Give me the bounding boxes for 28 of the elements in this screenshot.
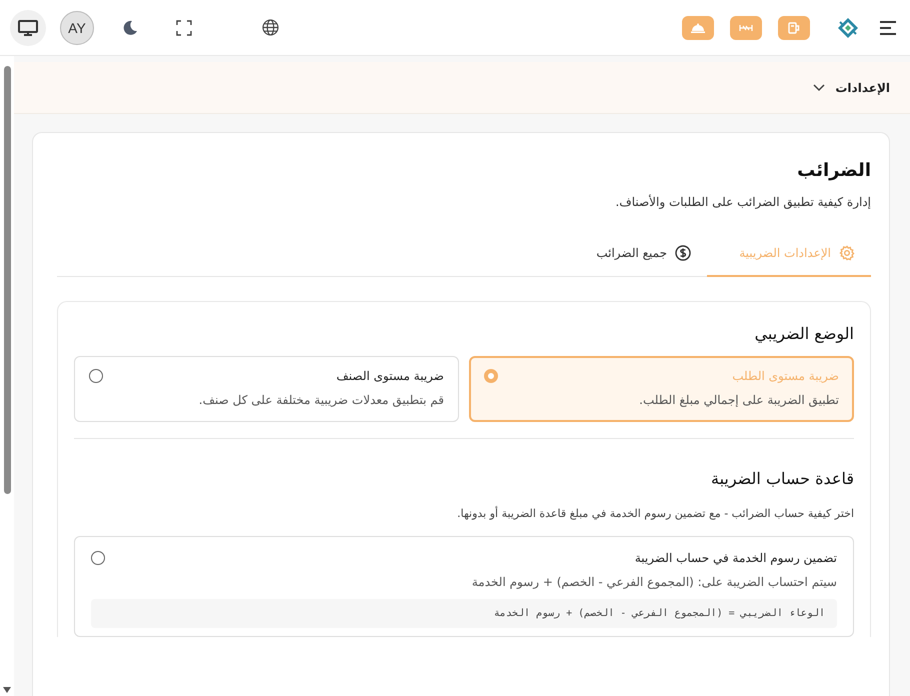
section-heading: قاعدة حساب الضريبة bbox=[710, 468, 854, 490]
option-title: ضريبة مستوى الصنف bbox=[336, 369, 444, 383]
page-title: الضرائب bbox=[796, 159, 871, 183]
option-card[interactable]: تضمين رسوم الخدمة في حساب الضريبة سيتم احتساب الضريبة على: (المجموع الفرعي - الخصم) + رسوم الخدمة الوعاء الضريبي = (المجموع الفرعي - الخصم) + رسوم الخدمة bbox=[74, 536, 854, 637]
chevron-icon[interactable] bbox=[813, 84, 826, 92]
option-title: تضمين رسوم الخدمة في حساب الضريبة bbox=[634, 551, 837, 565]
tab[interactable]: جميع الضرائب bbox=[543, 233, 707, 277]
radio-button[interactable] bbox=[91, 551, 105, 565]
page-subtitle: إدارة كيفية تطبيق الضرائب على الطلبات والأصناف. bbox=[614, 195, 871, 209]
section-title: الإعدادات bbox=[835, 80, 890, 94]
option-card[interactable]: ضريبة مستوى الصنف قم بتطبيق معدلات ضريبية مختلفة على كل صنف. bbox=[74, 356, 459, 422]
option-description: سيتم احتساب الضريبة على: (المجموع الفرعي - الخصم) + رسوم الخدمة bbox=[470, 575, 837, 589]
gear-icon bbox=[839, 245, 855, 261]
section-heading: الوضع الضريبي bbox=[754, 323, 854, 345]
option-title: ضريبة مستوى الطلب bbox=[732, 369, 839, 383]
monitor-icon[interactable] bbox=[10, 10, 46, 46]
scroll-down-icon[interactable] bbox=[3, 687, 11, 693]
scrollbar-thumb[interactable] bbox=[4, 66, 10, 494]
formula-code: الوعاء الضريبي = (المجموع الفرعي - الخصم) + رسوم الخدمة bbox=[91, 599, 837, 628]
option-description: تطبيق الضريبة على إجمالي مبلغ الطلب. bbox=[638, 393, 839, 407]
user-avatar[interactable]: AY bbox=[60, 10, 94, 44]
option-card[interactable]: ضريبة مستوى الطلب تطبيق الضريبة على إجمالي مبلغ الطلب. bbox=[469, 356, 854, 422]
radio-button[interactable] bbox=[89, 369, 103, 383]
option-description: قم بتطبيق معدلات ضريبية مختلفة على كل صنف. bbox=[198, 393, 444, 407]
radio-button[interactable] bbox=[484, 369, 498, 383]
dollar-icon bbox=[675, 245, 691, 261]
logo-icon bbox=[836, 16, 860, 40]
section-description: اختر كيفية حساب الضرائب - مع تضمين رسوم الخدمة في مبلغ قاعدة الضريبة أو بدونها. bbox=[456, 507, 854, 520]
